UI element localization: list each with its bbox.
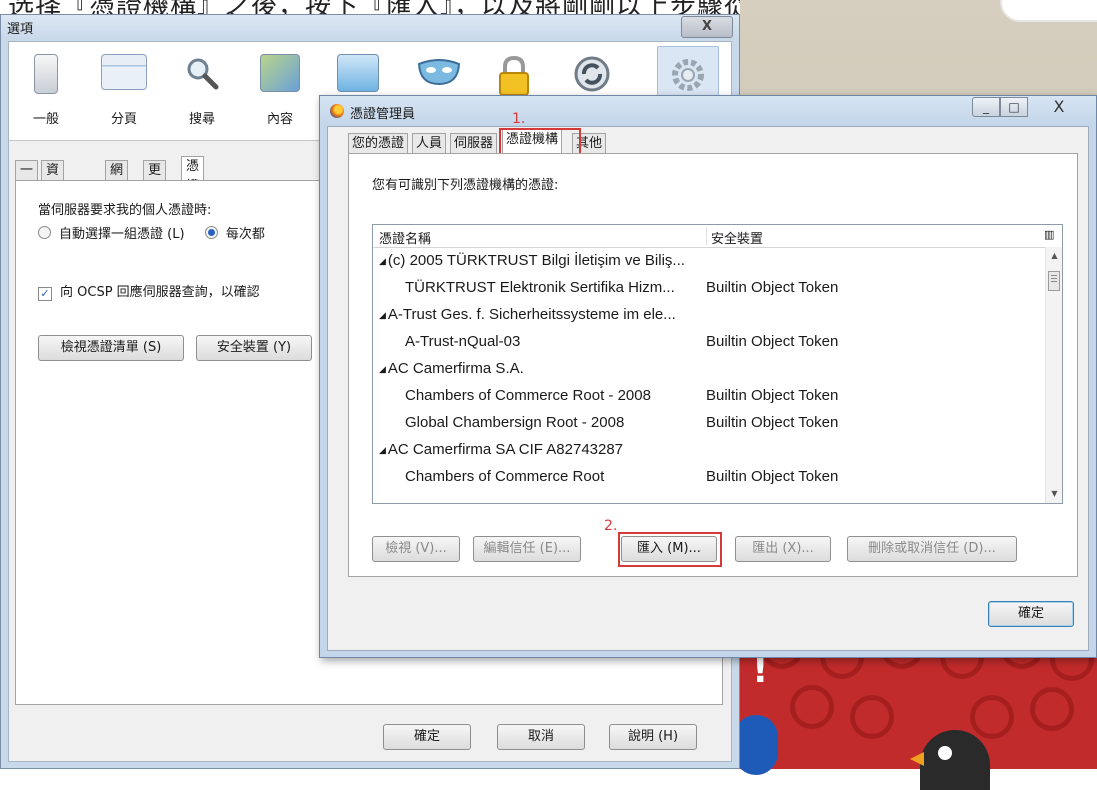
ocsp-label: 向 OCSP 回應伺服器查詢，以確認 [60,285,260,300]
authorities-tab-highlight [499,128,581,156]
toolbar-search[interactable]: 搜尋 [169,46,235,136]
maximize-button[interactable]: □ [1000,97,1028,117]
options-title-bar: 選項 X [1,15,739,39]
options-close-button[interactable]: X [681,16,733,38]
authorities-pane: 您有可識別下列憑證機構的憑證: 憑證名稱 安全裝置 ▥ ◢ (c) 2005 TÜ… [348,153,1078,577]
privacy-mask-icon [416,54,461,94]
tree-row[interactable]: A-Trust-nQual-03 Builtin Object Token [373,328,1039,355]
cert-manager-title: 憑證管理員 [350,107,416,122]
cert-manager-ok-button[interactable]: 確定 [988,601,1074,627]
tree-row[interactable]: Global Chambersign Root - 2008 Builtin Ob… [373,409,1039,436]
general-icon [34,54,58,94]
authorities-description: 您有可識別下列憑證機構的憑證: [372,178,559,193]
radio-ask-label: 每次都 [225,227,265,242]
scroll-up-icon[interactable]: ▲ [1046,249,1062,263]
firefox-logo-icon [330,104,344,118]
edit-trust-button[interactable]: 編輯信任 (E)... [473,536,581,562]
step-2-marker: 2. [604,518,618,534]
ocsp-checkbox[interactable]: ✓ [38,287,52,301]
minimize-button[interactable]: _ [972,97,1000,117]
tree-scrollbar[interactable]: ▲ ▼ [1045,247,1062,503]
tab-your-certificates[interactable]: 您的憑證 [348,133,409,153]
tree-row[interactable]: ◢ AC Camerfirma S.A. [373,355,1039,382]
cert-manager-title-bar: 憑證管理員 _ □ X [320,96,1096,126]
tree-row[interactable]: ◢ (c) 2005 TÜRKTRUST Bilgi İletişim ve Bi… [373,247,1039,274]
speech-bubble [1000,0,1097,22]
blue-character-icon [734,715,778,775]
options-window-title: 選項 [7,22,34,37]
options-help-button[interactable]: 說明 (H) [609,724,697,750]
cert-manager-body: 您的憑證 人員 伺服器 憑證機構 其他 1. 您有可識別下列憑證機構的憑證: 憑… [327,111,1089,651]
delete-or-distrust-button[interactable]: 刪除或取消信任 (D)... [847,536,1017,562]
security-devices-button[interactable]: 安全裝置 (Y) [196,335,312,361]
tree-row[interactable]: Chambers of Commerce Root - 2008 Builtin … [373,382,1039,409]
radio-auto-select[interactable] [38,226,51,239]
tab-update[interactable]: 更新 [143,160,167,198]
security-lock-icon [494,54,534,96]
client-cert-prompt: 當伺服器要求我的個人憑證時: [38,203,212,218]
tabs-icon [101,54,147,90]
tab-network[interactable]: 網路 [105,160,129,198]
cert-manager-close-button[interactable]: X [1028,97,1090,117]
toolbar-general[interactable]: 一般 [13,46,79,136]
tree-row[interactable]: ◢ A-Trust Ges. f. Sicherheitssysteme im e… [373,301,1039,328]
view-certificates-button[interactable]: 檢視憑證清單 (S) [38,335,184,361]
import-button-highlight [618,532,722,567]
step-1-marker: 1. [512,111,526,127]
scroll-down-icon[interactable]: ▼ [1046,487,1062,501]
tree-row[interactable]: Chambers of Commerce Root Builtin Object … [373,463,1039,490]
tab-data-choices[interactable]: 資料選擇 [41,160,65,238]
tab-people[interactable]: 人員 [412,133,447,153]
column-cert-name[interactable]: 憑證名稱 [379,228,431,247]
tab-general[interactable]: 一般 [15,160,39,198]
tree-row[interactable]: TÜRKTRUST Elektronik Sertifika Hizm... Bu… [373,274,1039,301]
radio-auto-label: 自動選擇一組憑證 (L) [59,227,185,242]
tree-header: 憑證名稱 安全裝置 ▥ [373,225,1062,248]
toolbar-content[interactable]: 內容 [247,46,313,136]
column-security-device[interactable]: 安全裝置 [711,228,763,247]
tree-row[interactable]: ◢ AC Camerfirma SA CIF A82743287 [373,436,1039,463]
toolbar-tabs[interactable]: 分頁 [91,46,157,136]
options-cancel-button[interactable]: 取消 [497,724,585,750]
content-icon [260,54,300,92]
tab-servers[interactable]: 伺服器 [450,133,498,153]
certificate-manager-window: 憑證管理員 _ □ X 您的憑證 人員 伺服器 憑證機構 其他 1. 您有可識別… [319,95,1097,658]
search-icon [182,54,222,94]
radio-ask-every-time[interactable] [204,226,218,239]
applications-icon [337,54,379,92]
scroll-thumb[interactable] [1048,271,1060,291]
view-button[interactable]: 檢視 (V)... [372,536,460,562]
advanced-gear-icon [668,55,708,95]
sync-icon [572,54,612,94]
tab-certificates[interactable]: 憑證 [181,156,205,194]
column-picker-icon[interactable]: ▥ [1044,228,1054,241]
certificate-tree[interactable]: 憑證名稱 安全裝置 ▥ ◢ (c) 2005 TÜRKTRUST Bilgi İl… [372,224,1063,504]
export-button[interactable]: 匯出 (X)... [735,536,831,562]
options-ok-button[interactable]: 確定 [383,724,471,750]
